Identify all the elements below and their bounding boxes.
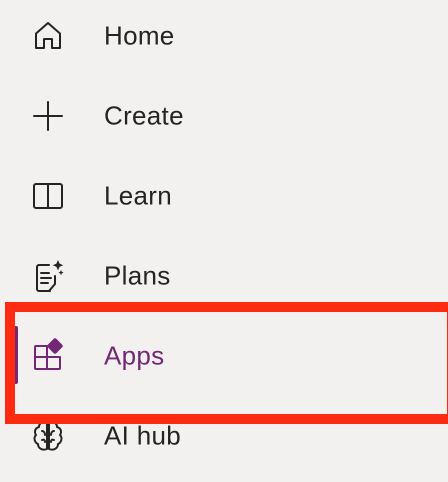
- nav-item-apps[interactable]: Apps: [0, 316, 448, 396]
- nav-item-label: Learn: [104, 180, 172, 211]
- nav-item-label: Create: [104, 100, 184, 131]
- active-indicator: [14, 326, 18, 384]
- nav-item-create[interactable]: Create: [0, 76, 448, 156]
- nav-item-label: AI hub: [104, 420, 181, 451]
- nav-item-home[interactable]: Home: [0, 0, 448, 76]
- brain-icon: [28, 416, 68, 456]
- book-icon: [28, 176, 68, 216]
- apps-icon: [28, 336, 68, 376]
- nav-item-ai-hub[interactable]: AI hub: [0, 396, 448, 476]
- home-icon: [28, 16, 68, 56]
- nav-item-label: Plans: [104, 260, 171, 291]
- plus-icon: [28, 96, 68, 136]
- nav-item-learn[interactable]: Learn: [0, 156, 448, 236]
- nav-item-plans[interactable]: Plans: [0, 236, 448, 316]
- nav-item-label: Apps: [104, 340, 165, 371]
- nav-item-label: Home: [104, 20, 175, 51]
- left-navigation: Home Create Learn Plans Apps AI hub: [0, 0, 448, 482]
- plans-sparkle-icon: [28, 256, 68, 296]
